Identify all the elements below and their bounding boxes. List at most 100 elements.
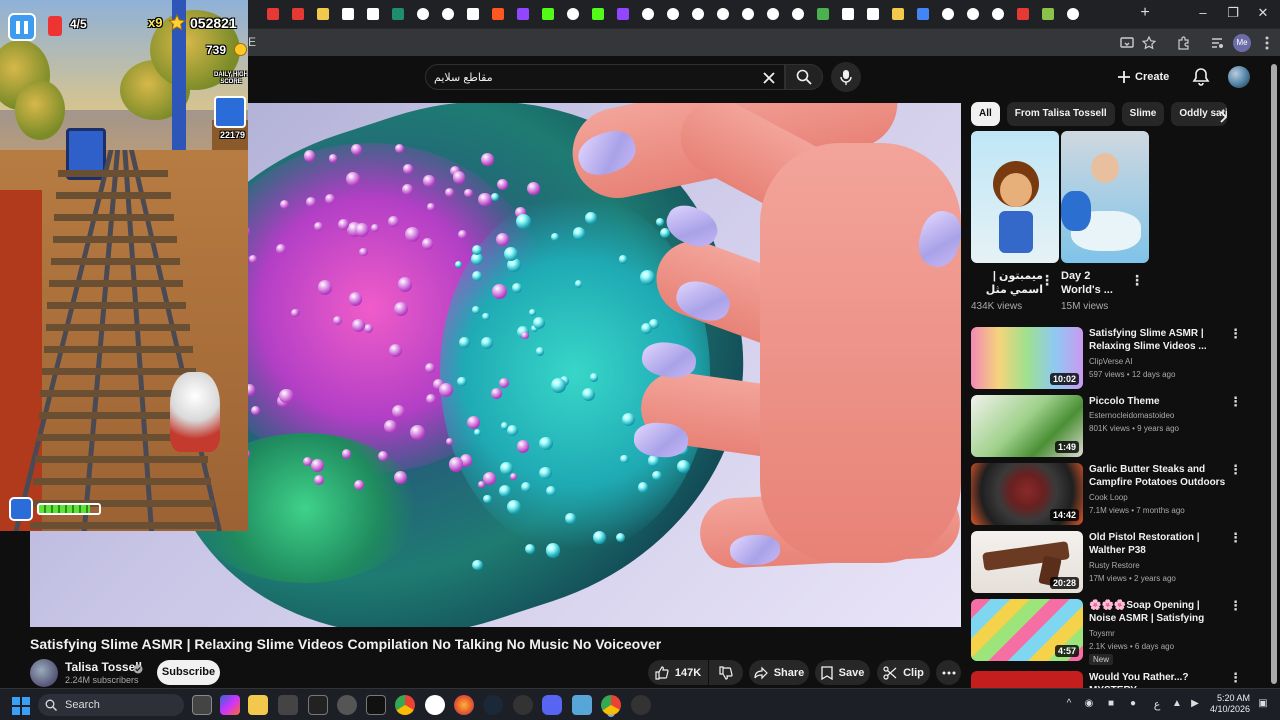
search-button[interactable] (785, 64, 823, 90)
discord-icon[interactable] (542, 695, 562, 715)
rec-thumbnail[interactable]: 4:57 (971, 599, 1083, 661)
browser-tab[interactable] (562, 5, 584, 23)
browser-tab[interactable] (487, 5, 509, 23)
clip-button[interactable]: Clip (877, 660, 930, 685)
browser-tab[interactable] (512, 5, 534, 23)
short-title[interactable]: Day 2 World's ... (1061, 269, 1121, 297)
browser-tab[interactable] (912, 5, 934, 23)
rec-item[interactable]: 20:28 Old Pistol Restoration | Walther P… (971, 531, 1266, 595)
windows-start-icon[interactable] (12, 697, 30, 715)
short-thumbnail[interactable] (1061, 131, 1149, 263)
rec-channel[interactable]: Rusty Restore (1089, 561, 1140, 570)
chip-slime[interactable]: Slime (1121, 102, 1165, 126)
voice-search-button[interactable] (831, 62, 861, 92)
rec-item[interactable]: 10:02 Satisfying Slime ASMR | Relaxing S… (971, 327, 1266, 391)
browser-tab[interactable] (737, 5, 759, 23)
extensions-icon[interactable] (1174, 34, 1192, 52)
browser-tab[interactable] (1037, 5, 1059, 23)
rec-item[interactable]: 4:57 🌸🌸🌸Soap Opening | Noise ASMR | Sati… (971, 599, 1266, 665)
account-avatar[interactable] (1228, 66, 1250, 88)
restore-button[interactable]: ❐ (1222, 4, 1244, 22)
browser-tab[interactable] (812, 5, 834, 23)
search-input[interactable]: مقاطع سلايم (425, 64, 785, 90)
more-actions-button[interactable] (936, 660, 961, 685)
notifications-bell-icon[interactable] (1191, 67, 1211, 87)
like-button[interactable]: 147K (648, 660, 708, 685)
page-scrollbar[interactable] (1271, 64, 1277, 684)
browser-tab[interactable] (587, 5, 609, 23)
rec-menu-icon[interactable]: ⋮ (1229, 671, 1242, 687)
chrome-active-icon[interactable] (601, 695, 621, 715)
short-menu-icon[interactable]: ⋮ (1040, 273, 1054, 289)
new-tab-button[interactable]: + (1136, 4, 1154, 22)
app-icon[interactable] (308, 695, 328, 715)
browser-tab[interactable] (287, 5, 309, 23)
app-icon[interactable] (631, 695, 651, 715)
browser-tab[interactable] (987, 5, 1009, 23)
search-query-text[interactable]: مقاطع سلايم (434, 71, 493, 84)
store-icon[interactable] (278, 695, 298, 715)
app-icon[interactable] (337, 695, 357, 715)
chevron-right-icon[interactable] (1214, 108, 1232, 126)
rec-channel[interactable]: ClipVerse AI (1089, 357, 1133, 366)
taskbar-search[interactable]: Search (38, 694, 184, 716)
browser-tab[interactable] (662, 5, 684, 23)
media-controls-icon[interactable] (1208, 34, 1226, 52)
subscribe-button[interactable]: Subscribe (157, 660, 220, 685)
media-player-icon[interactable] (425, 695, 445, 715)
rec-title[interactable]: Old Pistol Restoration | Walther P38 (1089, 531, 1227, 557)
profile-avatar[interactable]: Me (1233, 34, 1251, 52)
volume-icon[interactable]: ▶ (1188, 698, 1202, 712)
network-icon[interactable]: ◉ (1082, 698, 1096, 712)
settings-gear-icon[interactable] (513, 695, 533, 715)
clear-search-icon[interactable] (760, 69, 778, 87)
rec-item[interactable]: Would You Rather...? MYSTERY ⋮ (971, 671, 1266, 688)
browser-tab[interactable] (362, 5, 384, 23)
browser-tab[interactable] (712, 5, 734, 23)
browser-tab[interactable] (612, 5, 634, 23)
browser-tab[interactable] (1012, 5, 1034, 23)
browser-tab[interactable] (687, 5, 709, 23)
firefox-icon[interactable] (454, 695, 474, 715)
rec-menu-icon[interactable]: ⋮ (1229, 395, 1242, 411)
photos-icon[interactable] (572, 695, 592, 715)
browser-tab[interactable] (537, 5, 559, 23)
copilot-icon[interactable] (220, 695, 240, 715)
short-thumbnail[interactable] (971, 131, 1059, 263)
browser-tab[interactable] (462, 5, 484, 23)
file-explorer-icon[interactable] (248, 695, 268, 715)
rec-thumbnail[interactable]: 20:28 (971, 531, 1083, 593)
browser-tab[interactable] (887, 5, 909, 23)
rec-thumbnail[interactable]: 10:02 (971, 327, 1083, 389)
cast-icon[interactable] (1118, 34, 1136, 52)
rec-channel[interactable]: Esternocleidomastoideo (1089, 411, 1174, 420)
subway-game-overlay[interactable]: 4/5 x9 052821 739 DAILY HIGH SCORE 22179 (0, 0, 248, 531)
short-menu-icon[interactable]: ⋮ (1130, 273, 1144, 289)
chip-all[interactable]: All (971, 102, 1000, 126)
notification-center-icon[interactable]: ▣ (1256, 698, 1270, 712)
rec-title[interactable]: Piccolo Theme (1089, 395, 1227, 408)
rec-channel[interactable]: Toysmr (1089, 629, 1115, 638)
chip-from-channel[interactable]: From Talisa Tossell (1006, 102, 1115, 126)
rec-menu-icon[interactable]: ⋮ (1229, 531, 1242, 547)
bookmark-star-icon[interactable] (1140, 34, 1158, 52)
rec-title[interactable]: Garlic Butter Steaks and Campfire Potato… (1089, 463, 1227, 489)
close-window-button[interactable]: ✕ (1252, 4, 1274, 22)
wifi-icon[interactable]: ▲ (1170, 698, 1184, 712)
rec-title[interactable]: Would You Rather...? MYSTERY (1089, 671, 1227, 688)
rec-item[interactable]: 14:42 Garlic Butter Steaks and Campfire … (971, 463, 1266, 527)
rec-thumbnail[interactable]: 1:49 (971, 395, 1083, 457)
browser-tab[interactable] (312, 5, 334, 23)
short-title[interactable]: ميمبتون | اسمي مثل طفول وضي... (971, 269, 1043, 297)
pause-button[interactable] (8, 13, 36, 41)
steam-icon[interactable] (483, 695, 503, 715)
app-icon[interactable] (366, 695, 386, 715)
browser-menu-icon[interactable] (1258, 34, 1276, 52)
chevron-up-icon[interactable]: ^ (1062, 698, 1076, 712)
browser-tab[interactable] (1062, 5, 1084, 23)
browser-tab[interactable] (437, 5, 459, 23)
share-button[interactable]: Share (749, 660, 809, 685)
task-view-icon[interactable] (192, 695, 212, 715)
rec-title[interactable]: Satisfying Slime ASMR | Relaxing Slime V… (1089, 327, 1227, 353)
language-indicator[interactable]: ع (1150, 698, 1164, 712)
